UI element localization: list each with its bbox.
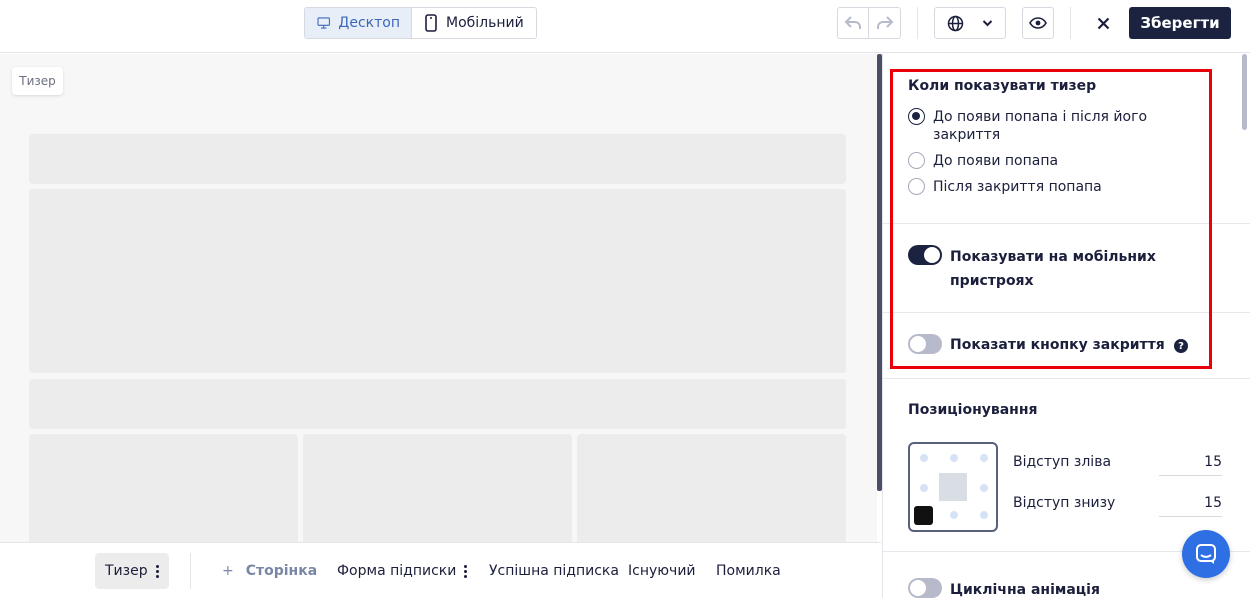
position-center — [939, 473, 967, 501]
radio-option-label: До появи попапа — [933, 153, 1059, 169]
positioning-title: Позиціонування — [908, 402, 1038, 418]
tab-existing[interactable]: Існуючий — [628, 553, 696, 589]
mobile-icon — [425, 14, 437, 32]
more-icon[interactable] — [464, 564, 468, 578]
position-dot[interactable] — [950, 454, 958, 462]
mobile-mode-button[interactable]: Мобільний — [412, 8, 536, 38]
position-dot[interactable] — [980, 511, 988, 519]
page-tabs-bar: Тизер + Сторінка Форма підписки Успішна … — [0, 542, 881, 598]
redo-icon — [876, 16, 893, 29]
plus-icon: + — [222, 563, 234, 579]
top-toolbar: Десктоп Мобільний Зберегти — [0, 0, 1250, 53]
position-picker — [908, 442, 998, 532]
position-dot[interactable] — [950, 511, 958, 519]
radio-option-before[interactable]: До появи попапа — [908, 152, 1058, 170]
radio-unchecked-icon — [908, 178, 925, 195]
position-selected-bottom-left[interactable] — [914, 506, 933, 525]
desktop-icon — [317, 17, 330, 29]
radio-option-label: До появи попапа і після його закриття — [933, 109, 1148, 143]
radio-unchecked-icon — [908, 152, 925, 169]
placeholder-block — [29, 434, 298, 542]
radio-option-after[interactable]: Після закриття попапа — [908, 178, 1102, 196]
cyclic-animation-toggle[interactable] — [908, 578, 942, 598]
close-editor-button[interactable] — [1092, 11, 1114, 35]
add-page-label: Сторінка — [245, 563, 318, 579]
section-divider — [883, 223, 1250, 224]
show-mobile-label: Показувати на мобільних пристроях — [950, 249, 1156, 289]
tab-success[interactable]: Успішна підписка — [489, 553, 619, 589]
globe-icon — [947, 15, 964, 31]
tab-subscription-form[interactable]: Форма підписки — [337, 553, 468, 589]
radio-option-before-after[interactable]: До появи попапа і після його закриття — [908, 108, 1178, 144]
offset-bottom-input[interactable]: 15 — [1159, 491, 1222, 517]
chat-support-button[interactable] — [1182, 530, 1230, 578]
mobile-mode-label: Мобільний — [446, 15, 524, 31]
position-dot[interactable] — [980, 484, 988, 492]
eye-icon — [1029, 17, 1047, 29]
radio-checked-icon — [908, 108, 925, 125]
preview-button[interactable] — [1022, 7, 1054, 39]
tab-teaser-label: Тизер — [105, 563, 148, 579]
close-icon — [1097, 17, 1109, 29]
chat-icon — [1196, 544, 1216, 564]
section-divider — [883, 378, 1250, 379]
settings-panel: Коли показувати тизер До появи попапа і … — [882, 54, 1250, 598]
offset-left-label: Відступ зліва — [1013, 454, 1112, 470]
undo-icon — [844, 16, 861, 29]
undo-button[interactable] — [838, 8, 869, 38]
help-icon[interactable]: ? — [1174, 339, 1188, 353]
history-buttons — [837, 7, 901, 39]
panel-scrollbar[interactable] — [1242, 54, 1247, 130]
toggle-knob — [910, 336, 926, 352]
tab-subscription-form-label: Форма підписки — [337, 563, 457, 579]
placeholder-block — [29, 379, 846, 429]
show-close-label: Показати кнопку закриття — [950, 337, 1165, 353]
toolbar-divider — [1070, 7, 1071, 39]
more-icon[interactable] — [155, 564, 159, 578]
redo-button[interactable] — [869, 8, 900, 38]
radio-option-label: Після закриття попапа — [933, 179, 1102, 195]
save-button[interactable]: Зберегти — [1129, 7, 1231, 39]
placeholder-block — [303, 434, 572, 542]
offset-bottom-label: Відступ знизу — [1013, 495, 1116, 511]
add-page-button[interactable]: + Сторінка — [222, 553, 317, 589]
tabs-divider — [190, 553, 191, 589]
toolbar-divider — [917, 7, 918, 39]
placeholder-block — [29, 189, 846, 373]
when-show-title: Коли показувати тизер — [908, 78, 1097, 94]
position-dot[interactable] — [920, 454, 928, 462]
toggle-knob — [924, 247, 940, 263]
show-close-toggle[interactable] — [908, 334, 942, 354]
tab-teaser[interactable]: Тизер — [95, 553, 169, 589]
device-switcher: Десктоп Мобільний — [304, 7, 537, 39]
language-selector[interactable] — [934, 7, 1006, 39]
cyclic-animation-label: Циклічна анімація — [950, 582, 1100, 598]
placeholder-block — [29, 134, 846, 184]
show-mobile-toggle[interactable] — [908, 245, 942, 265]
desktop-mode-label: Десктоп — [338, 15, 400, 31]
chevron-down-icon — [982, 20, 993, 27]
placeholder-block — [577, 434, 846, 542]
section-divider — [883, 312, 1250, 313]
offset-left-input[interactable]: 15 — [1159, 450, 1222, 476]
editor-canvas: Тизер — [0, 54, 877, 542]
desktop-mode-button[interactable]: Десктоп — [305, 8, 412, 38]
toggle-knob — [910, 580, 926, 596]
position-dot[interactable] — [920, 484, 928, 492]
tab-error[interactable]: Помилка — [716, 553, 781, 589]
teaser-chip[interactable]: Тизер — [12, 67, 63, 95]
position-dot[interactable] — [980, 454, 988, 462]
